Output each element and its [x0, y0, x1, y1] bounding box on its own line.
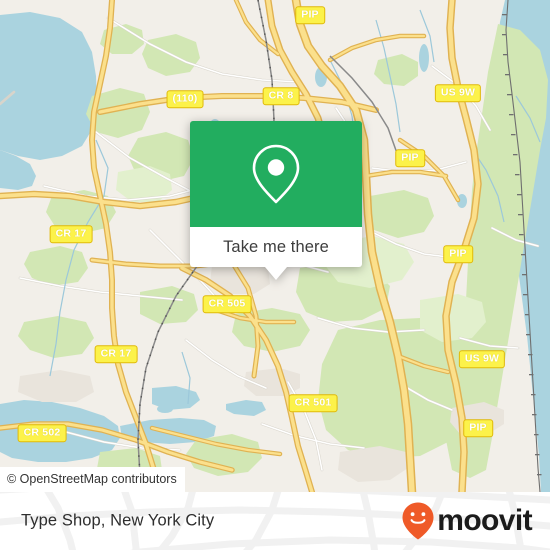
- road-shield: CR 17: [49, 225, 93, 243]
- destination-popup-card[interactable]: Take me there: [190, 121, 362, 280]
- road-shield: PIP: [443, 245, 473, 263]
- map-pin-icon: [252, 144, 300, 204]
- popup-icon-area: [190, 121, 362, 227]
- road-shield: CR 8: [262, 87, 300, 105]
- road-shield: US 9W: [458, 350, 506, 368]
- road-shield: CR 505: [202, 295, 252, 313]
- road-shield: CR 17: [94, 345, 138, 363]
- moovit-pin-icon: [402, 502, 434, 540]
- road-shield: CR 501: [288, 394, 338, 412]
- moovit-wordmark: moovit: [437, 504, 532, 537]
- popup-pointer-tail: [265, 267, 287, 280]
- road-shield: CR 502: [17, 424, 67, 442]
- take-me-there-button[interactable]: Take me there: [190, 227, 362, 267]
- place-title: Type Shop, New York City: [21, 511, 215, 530]
- moovit-logo[interactable]: moovit: [401, 501, 533, 541]
- road-shield: PIP: [395, 149, 425, 167]
- road-shield: PIP: [295, 6, 325, 24]
- map-attribution[interactable]: © OpenStreetMap contributors: [0, 467, 185, 492]
- road-shield: US 9W: [434, 84, 482, 102]
- footer-bar: Type Shop, New York City moovit: [0, 492, 550, 550]
- road-shield: PIP: [463, 419, 493, 437]
- road-shield: (110): [166, 90, 204, 108]
- moovit-map-screenshot: PIP (110) CR 8 US 9W PIP CR 17 PIP CR 505 CR 17 U…: [0, 0, 550, 550]
